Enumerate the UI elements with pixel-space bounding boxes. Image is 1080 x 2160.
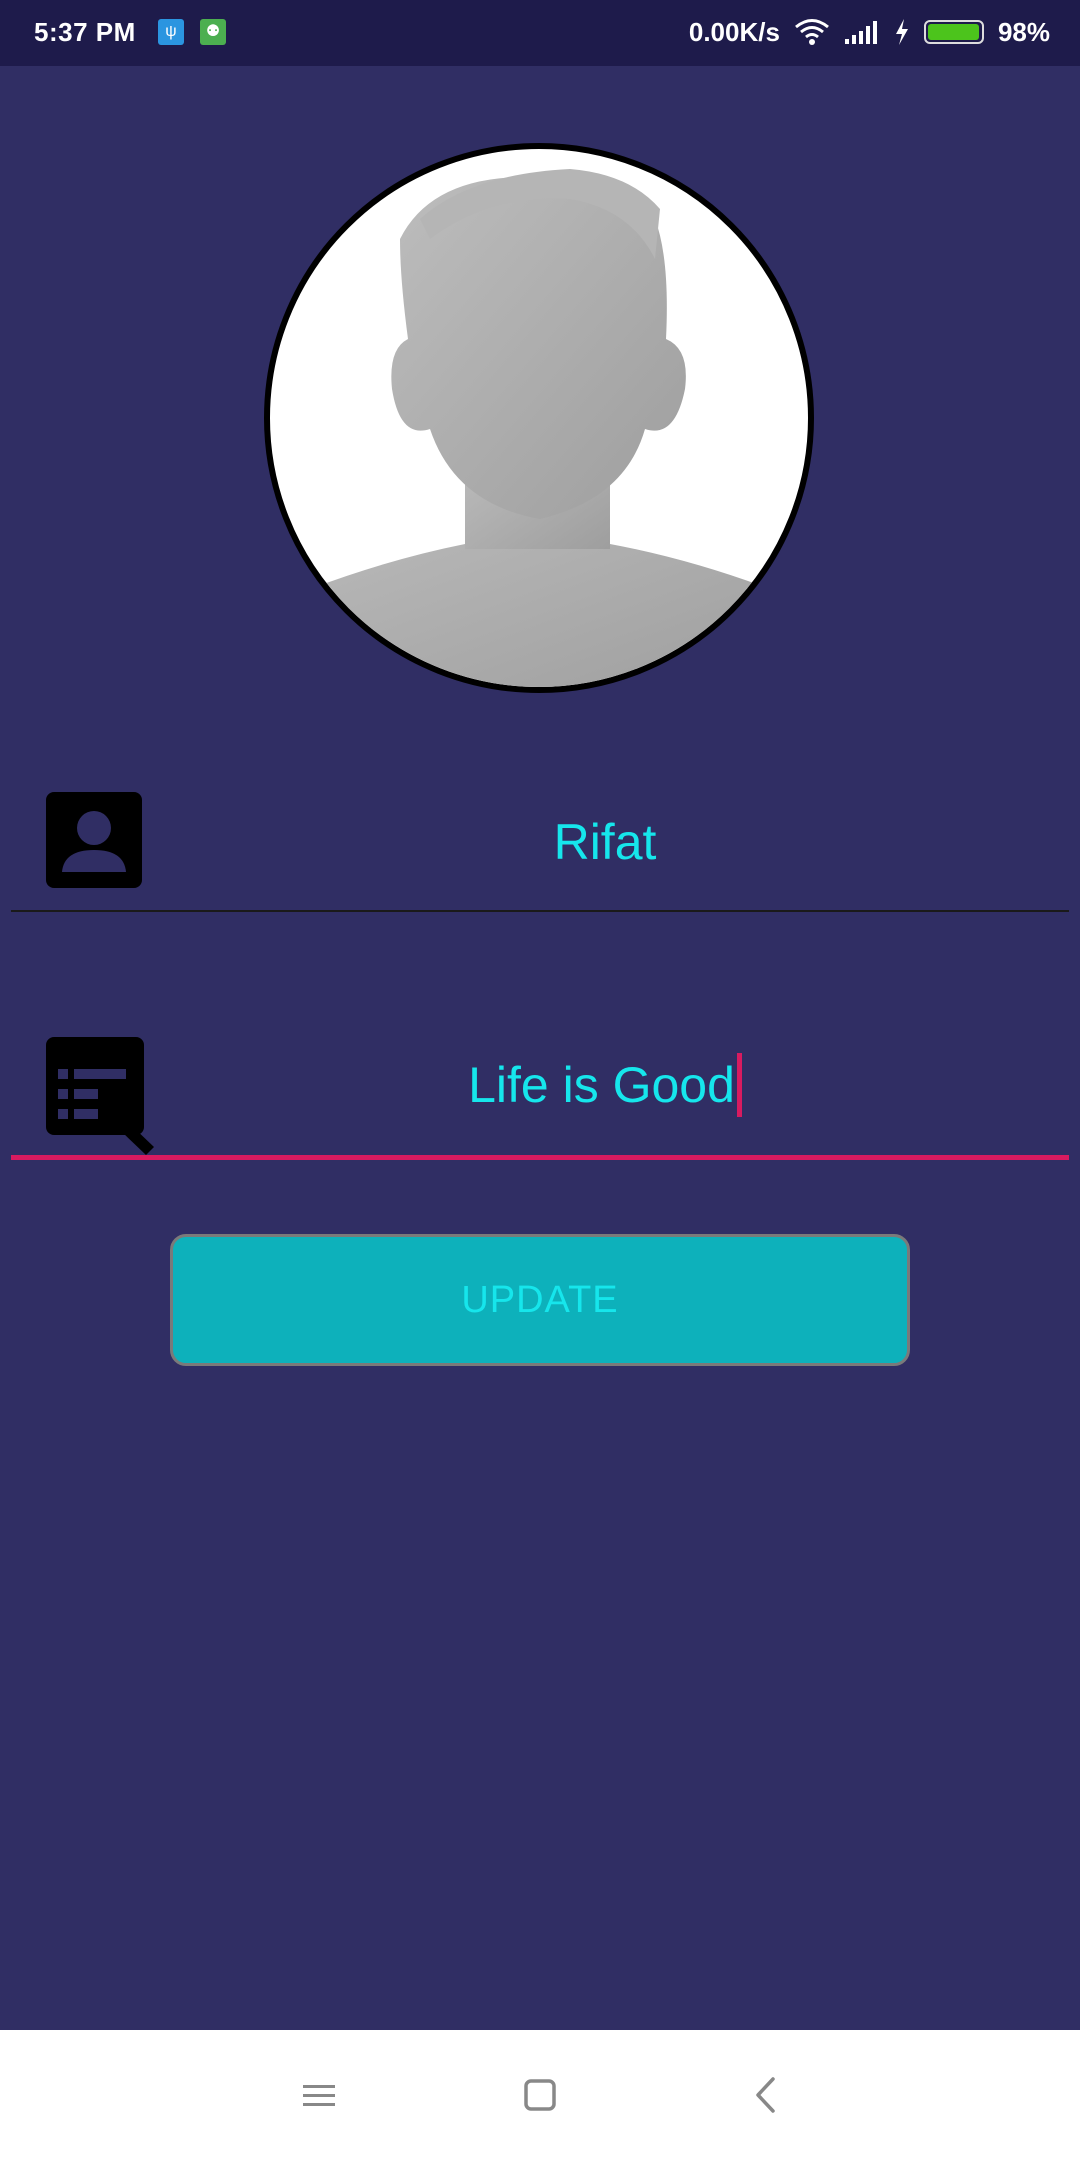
status-time: 5:37 PM — [34, 17, 136, 47]
profile-avatar[interactable] — [264, 143, 814, 693]
android-icon: ⚉ — [200, 19, 226, 45]
battery-icon — [923, 20, 984, 44]
person-icon — [46, 792, 142, 888]
back-icon[interactable] — [733, 2060, 803, 2130]
home-icon[interactable] — [505, 2060, 575, 2130]
name-field-underline — [11, 910, 1069, 912]
status-indicators: 0.00K/s 98% — [689, 12, 1050, 52]
status-field[interactable]: Life is Good — [160, 1052, 1050, 1117]
menu-icon[interactable] — [283, 2060, 353, 2130]
battery-percent: 98% — [997, 16, 1050, 47]
name-field[interactable]: Rifat — [160, 812, 1050, 872]
battery-level-fill — [927, 24, 979, 40]
text-cursor — [736, 1052, 742, 1117]
status-field-text: Life is Good — [468, 1057, 735, 1113]
update-button[interactable]: UPDATE — [170, 1234, 910, 1366]
status-field-underline — [11, 1155, 1069, 1160]
status-bar: 5:37 PM ψ ⚉ 0.00K/s 98% — [0, 0, 1080, 66]
edit-note-icon — [46, 1037, 154, 1155]
default-avatar-icon — [270, 169, 808, 687]
charging-icon — [895, 19, 908, 45]
usb-icon: ψ — [158, 19, 184, 45]
navigation-bar — [0, 2030, 1080, 2160]
signal-icon — [844, 21, 877, 44]
wifi-icon — [795, 19, 829, 45]
network-speed: 0.00K/s — [688, 16, 780, 47]
